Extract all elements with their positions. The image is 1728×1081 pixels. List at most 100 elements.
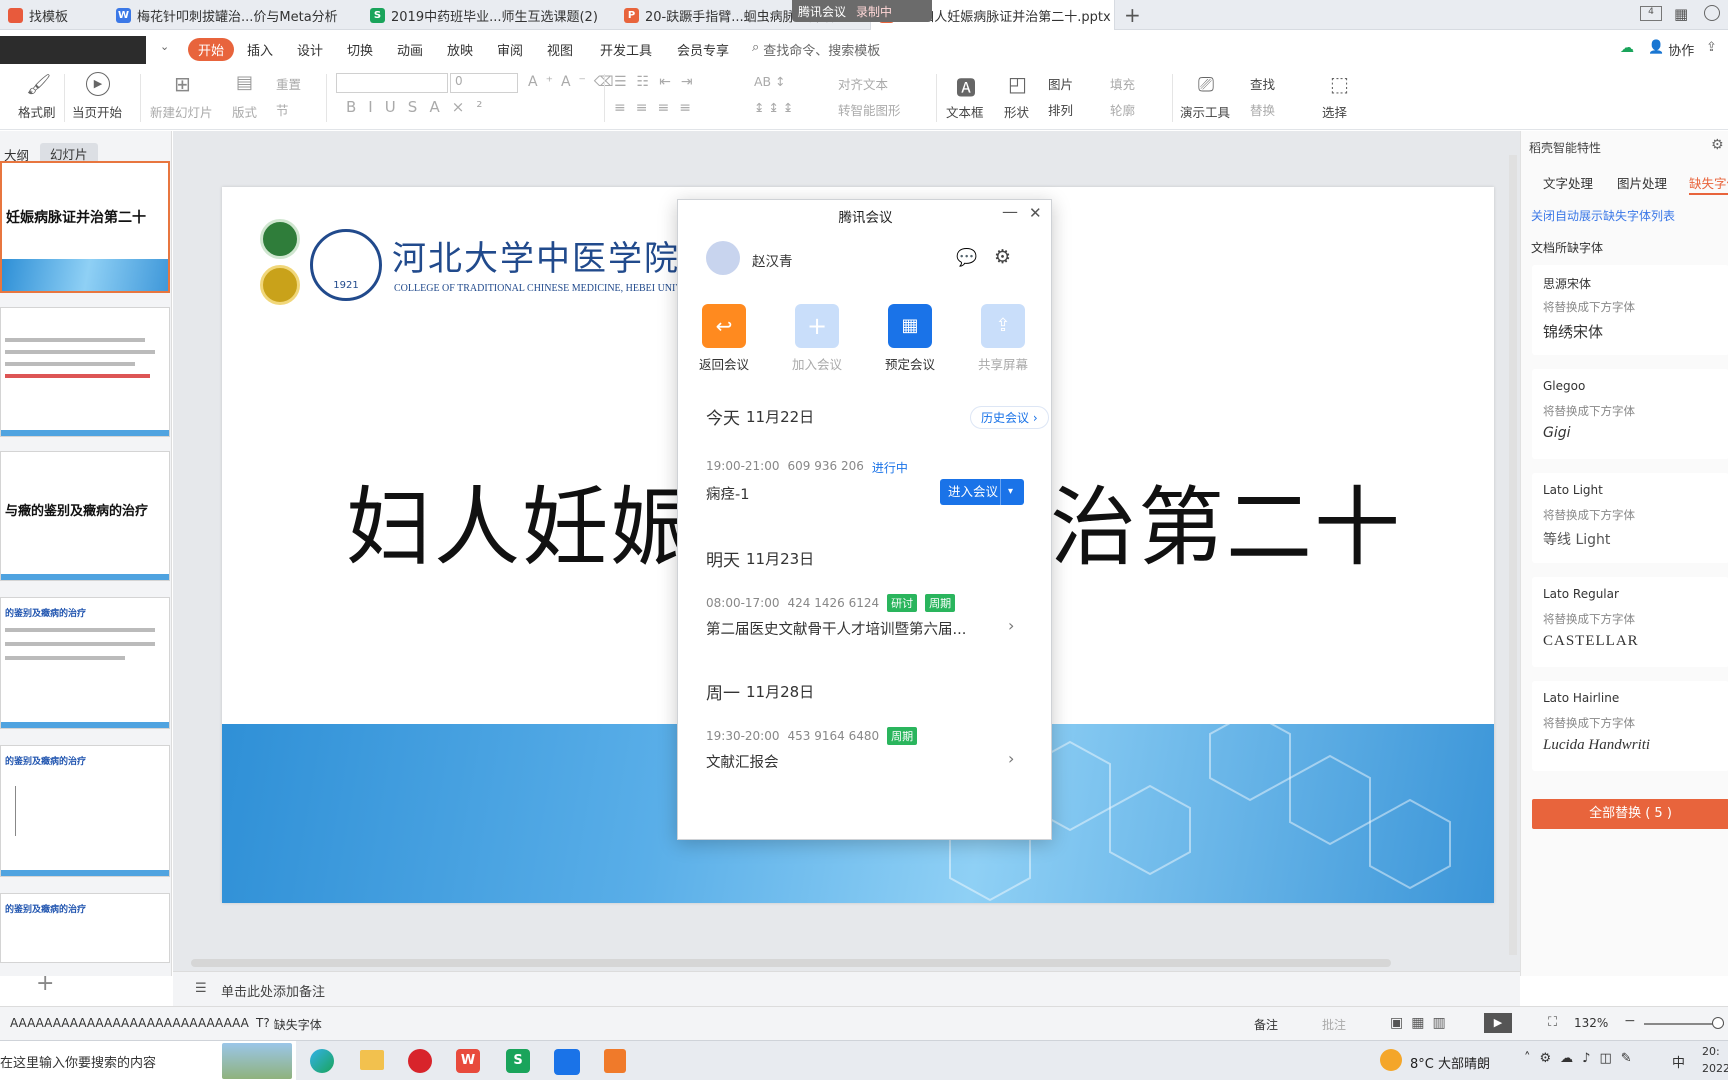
notes-toggle[interactable]: 备注 <box>1254 1016 1278 1033</box>
new-slide-icon[interactable]: ⊞ <box>174 72 191 96</box>
play-icon[interactable]: ▶ <box>86 72 110 96</box>
presenter-icon[interactable]: ⎚ <box>1198 72 1214 96</box>
command-search[interactable]: ⌕ 查找命令、搜索模板 <box>752 40 880 59</box>
tab-image-processing[interactable]: 图片处理 <box>1617 173 1667 192</box>
vertical-scrollbar[interactable] <box>1509 155 1517 955</box>
font-grow-shrink-icons[interactable]: A⁺A⁻⌫ <box>528 74 622 90</box>
wps-writer-icon[interactable]: W <box>456 1049 480 1073</box>
tencent-meeting-icon[interactable] <box>554 1049 580 1075</box>
history-meetings-button[interactable]: 历史会议 › <box>970 406 1049 429</box>
replace-all-button[interactable]: 全部替换 ( 5 ) <box>1532 799 1728 829</box>
floating-meeting-bar[interactable]: 腾讯会议 录制中 <box>792 0 932 22</box>
apps-grid-icon[interactable]: ▦ <box>1674 5 1688 23</box>
minimize-icon[interactable]: — <box>1002 202 1018 221</box>
slide-thumbnail-4[interactable]: 的鉴别及癥病的治疗 <box>0 597 170 729</box>
clock[interactable]: 20: 2022 <box>1702 1043 1728 1077</box>
tab-missing-fonts[interactable]: 缺失字体 <box>1689 173 1728 192</box>
textbox-button[interactable]: 文本框 <box>946 102 984 121</box>
list-icons[interactable]: ☰☷⇤⇥ <box>614 74 703 90</box>
meeting-name[interactable]: 痫痉-1 <box>706 483 749 504</box>
menu-developer[interactable]: 开发工具 <box>600 40 652 59</box>
shape-button[interactable]: 形状 <box>1004 102 1029 121</box>
edge-browser-icon[interactable] <box>310 1049 334 1073</box>
wps-sheet-icon[interactable]: S <box>506 1049 530 1073</box>
smart-features-dropdown[interactable]: 稻壳智能特性 <box>1529 139 1601 156</box>
tab-doc-1[interactable]: W 梅花针叩刺拔罐治...价与Meta分析 <box>108 0 358 30</box>
select-icon[interactable]: ⬚ <box>1330 72 1349 96</box>
chevron-right-icon[interactable]: › <box>1008 749 1014 768</box>
outline-button[interactable]: 轮廓 <box>1110 100 1135 119</box>
share-screen-icon[interactable]: ⇪ <box>981 304 1025 348</box>
font-card[interactable]: Lato Regular 将替换成下方字体 CASTELLAR <box>1532 577 1728 667</box>
layout-button[interactable]: 版式 <box>232 102 257 121</box>
section-button[interactable]: 节 <box>276 100 289 119</box>
slide-thumbnail-3[interactable]: 与癥的鉴别及癥病的治疗 <box>0 451 170 581</box>
align-text-button[interactable]: 对齐文本 <box>838 74 888 93</box>
tab-text-processing[interactable]: 文字处理 <box>1543 173 1593 192</box>
schedule-meeting-label[interactable]: 预定会议 <box>865 354 955 373</box>
font-size-select[interactable]: 0 <box>450 73 518 93</box>
font-card[interactable]: Glegoo 将替换成下方字体 Gigi <box>1532 369 1728 459</box>
view-mode-icons[interactable]: ▣▦▥ <box>1390 1015 1454 1031</box>
line-spacing-icons[interactable]: ↨ ↨ ↨ <box>754 100 793 115</box>
file-explorer-icon[interactable] <box>360 1050 384 1070</box>
chevron-down-icon[interactable]: ⌄ <box>160 40 169 53</box>
font-family-select[interactable] <box>336 73 448 93</box>
font-card[interactable]: Lato Light 将替换成下方字体 等线 Light <box>1532 473 1728 563</box>
layout-icon[interactable]: ▤ <box>236 72 253 93</box>
settings-icon[interactable]: ⚙ <box>994 246 1011 268</box>
shape-icon[interactable]: ◰ <box>1008 72 1027 96</box>
schedule-meeting-icon[interactable]: ▦ <box>888 304 932 348</box>
menu-insert[interactable]: 插入 <box>247 40 273 59</box>
reset-button[interactable]: 重置 <box>276 74 301 93</box>
textbox-icon[interactable]: 🅰 <box>956 72 976 101</box>
add-slide-icon[interactable]: + <box>36 971 54 996</box>
close-icon[interactable]: ✕ <box>1029 204 1042 222</box>
return-meeting-icon[interactable]: ↩ <box>702 304 746 348</box>
fit-window-icon[interactable]: ⛶ <box>1548 1015 1557 1030</box>
weather-text[interactable]: 8°C 大部晴朗 <box>1410 1053 1490 1072</box>
comments-toggle[interactable]: 批注 <box>1322 1016 1346 1033</box>
cloud-sync-icon[interactable]: ☁ <box>1620 40 1634 56</box>
menu-review[interactable]: 审阅 <box>497 40 523 59</box>
font-card[interactable]: Lato Hairline 将替换成下方字体 Lucida Handwriti <box>1532 681 1728 771</box>
font-style-icons[interactable]: BIUSA×² <box>346 98 494 116</box>
chevron-right-icon[interactable]: › <box>1008 616 1014 635</box>
caret-down-icon[interactable]: ▾ <box>1000 479 1013 505</box>
quick-access-toolbar[interactable] <box>0 36 146 64</box>
chat-icon[interactable]: 💬 <box>956 248 977 268</box>
slide-thumbnail-1[interactable]: 妊娠病脉证并治第二十 <box>0 161 170 293</box>
align-icons[interactable]: ≡≡≡≡ <box>614 100 701 116</box>
from-current-button[interactable]: 当页开始 <box>72 102 122 121</box>
play-slideshow-button[interactable]: ▶ <box>1484 1013 1512 1033</box>
close-auto-display-link[interactable]: 关闭自动展示缺失字体列表 <box>1531 207 1675 224</box>
avatar[interactable] <box>706 241 740 275</box>
menu-view[interactable]: 视图 <box>547 40 573 59</box>
menu-member[interactable]: 会员专享 <box>677 40 729 59</box>
share-icon[interactable]: ⇪ <box>1706 40 1717 55</box>
ime-indicator[interactable]: 中 <box>1672 1052 1685 1071</box>
horizontal-scrollbar[interactable] <box>191 959 1391 967</box>
text-direction-icon[interactable]: AB ↕ <box>754 74 786 89</box>
share-screen-label[interactable]: 共享屏幕 <box>958 354 1048 373</box>
menu-design[interactable]: 设计 <box>297 40 323 59</box>
format-brush-label[interactable]: 格式刷 <box>18 102 56 121</box>
taskbar-search-box[interactable]: 在这里输入你要搜索的内容 <box>0 1041 296 1081</box>
menu-home[interactable]: 开始 <box>188 38 235 61</box>
meeting-name[interactable]: 第二届医史文献骨干人才培训暨第六届... <box>706 618 966 639</box>
slide-thumbnail-5[interactable]: 的鉴别及癥病的治疗 <box>0 745 170 877</box>
ppt-app-icon[interactable] <box>604 1049 626 1073</box>
missing-font-status[interactable]: T? 缺失字体 <box>256 1016 322 1033</box>
meeting-name[interactable]: 文献汇报会 <box>706 751 779 772</box>
account-icon[interactable] <box>1704 5 1720 21</box>
enter-meeting-button[interactable]: 进入会议 ▾ <box>940 479 1024 505</box>
font-card[interactable]: 思源宋体 将替换成下方字体 锦绣宋体 <box>1532 265 1728 355</box>
fill-button[interactable]: 填充 <box>1110 74 1135 93</box>
arrange-button[interactable]: 排列 <box>1048 100 1073 119</box>
notes-placeholder[interactable]: 单击此处添加备注 <box>221 981 325 1000</box>
find-button[interactable]: 查找 <box>1250 74 1275 93</box>
join-meeting-icon[interactable]: + <box>795 304 839 348</box>
new-tab-icon[interactable]: + <box>1124 3 1141 27</box>
menu-animation[interactable]: 动画 <box>397 40 423 59</box>
slide-thumbnail-6[interactable]: 的鉴别及癥病的治疗 <box>0 893 170 963</box>
